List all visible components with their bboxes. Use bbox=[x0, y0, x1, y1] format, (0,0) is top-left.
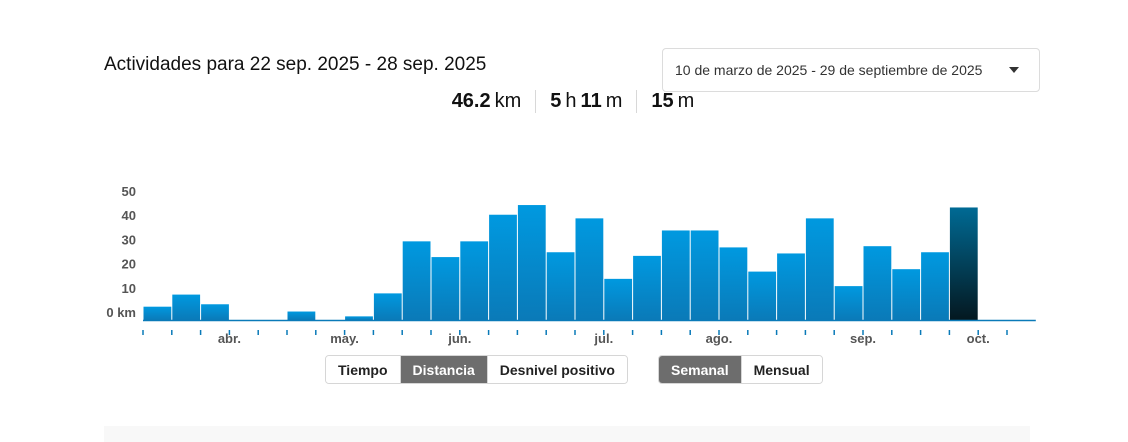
bar-week-15[interactable] bbox=[546, 252, 575, 320]
elevation-value: 15 bbox=[651, 90, 674, 112]
x-month-label-ago: ago. bbox=[706, 331, 733, 346]
bar-week-26[interactable] bbox=[863, 246, 892, 320]
distance-stat: 46.2 km bbox=[438, 90, 536, 113]
tab-mensual[interactable]: Mensual bbox=[740, 356, 822, 383]
bar-week-28[interactable] bbox=[921, 252, 949, 320]
bar-week-23[interactable] bbox=[777, 253, 805, 320]
x-month-label-sep: sep. bbox=[850, 331, 876, 346]
bar-week-22[interactable] bbox=[748, 271, 777, 320]
page-title: Actividades para 22 sep. 2025 - 28 sep. … bbox=[104, 54, 487, 75]
bar-week-14[interactable] bbox=[517, 205, 546, 320]
x-month-label-abr: abr. bbox=[218, 331, 241, 346]
bar-week-17[interactable] bbox=[604, 278, 633, 320]
caret-down-icon bbox=[1009, 67, 1019, 73]
bar-week-24[interactable] bbox=[805, 218, 834, 320]
date-range-label: 10 de marzo de 2025 - 29 de septiembre d… bbox=[675, 62, 983, 78]
tab-desnivel-positivo[interactable]: Desnivel positivo bbox=[486, 356, 627, 383]
tab-distancia[interactable]: Distancia bbox=[399, 356, 487, 383]
time-stat: 5h 11 m bbox=[535, 90, 636, 113]
distance-unit: km bbox=[494, 90, 522, 112]
bar-week-13[interactable] bbox=[489, 214, 517, 320]
period-toggle-group: Semanal Mensual bbox=[658, 355, 823, 384]
y-tick-label-30: 30 bbox=[122, 232, 136, 247]
bar-week-1[interactable] bbox=[143, 306, 172, 320]
bar-week-11[interactable] bbox=[431, 257, 460, 320]
bar-week-3[interactable] bbox=[201, 304, 229, 320]
bar-week-9[interactable] bbox=[373, 293, 402, 320]
y-tick-label-10: 10 bbox=[122, 281, 136, 296]
tab-semanal[interactable]: Semanal bbox=[659, 356, 741, 383]
hours-value: 5 bbox=[550, 90, 562, 112]
y-tick-label-0: 0 km bbox=[106, 305, 136, 320]
metric-toggle-group: Tiempo Distancia Desnivel positivo bbox=[325, 355, 628, 384]
x-month-label-jun: jun. bbox=[447, 331, 471, 346]
date-range-dropdown[interactable]: 10 de marzo de 2025 - 29 de septiembre d… bbox=[662, 48, 1040, 92]
x-month-label-jul: jul. bbox=[593, 331, 613, 346]
footer-strip bbox=[104, 426, 1030, 442]
x-month-label-may: may. bbox=[330, 331, 359, 346]
elevation-stat: 15 m bbox=[636, 90, 708, 113]
bar-week-18[interactable] bbox=[633, 255, 661, 320]
bar-week-27[interactable] bbox=[892, 269, 921, 320]
summary-stats: 46.2 km 5h 11 m 15 m bbox=[0, 90, 1128, 113]
tab-tiempo[interactable]: Tiempo bbox=[326, 356, 400, 383]
distance-value: 46.2 bbox=[451, 90, 491, 112]
bar-week-16[interactable] bbox=[575, 218, 604, 320]
x-month-label-oct: oct. bbox=[967, 331, 990, 346]
bar-week-20[interactable] bbox=[690, 230, 719, 320]
bar-week-12[interactable] bbox=[460, 241, 489, 320]
y-tick-label-50: 50 bbox=[122, 184, 136, 199]
bar-week-2[interactable] bbox=[172, 294, 201, 320]
minutes-value: 11 bbox=[580, 90, 602, 112]
minutes-unit: m bbox=[605, 90, 623, 112]
weekly-distance-chart: 0 km 10 20 30 40 50 abr. may. jun. jul. ago. sep. o… bbox=[106, 184, 1036, 346]
hours-unit: h bbox=[565, 90, 577, 112]
bar-week-21[interactable] bbox=[719, 247, 748, 320]
bar-week-6[interactable] bbox=[287, 311, 316, 320]
bar-selected-week[interactable] bbox=[949, 207, 978, 320]
bar-week-10[interactable] bbox=[402, 241, 431, 320]
y-tick-label-40: 40 bbox=[122, 208, 136, 223]
elevation-unit: m bbox=[677, 90, 695, 112]
y-tick-label-20: 20 bbox=[122, 257, 136, 272]
bar-week-19[interactable] bbox=[661, 230, 690, 320]
bar-week-8[interactable] bbox=[345, 316, 373, 320]
bar-week-25[interactable] bbox=[834, 286, 863, 320]
